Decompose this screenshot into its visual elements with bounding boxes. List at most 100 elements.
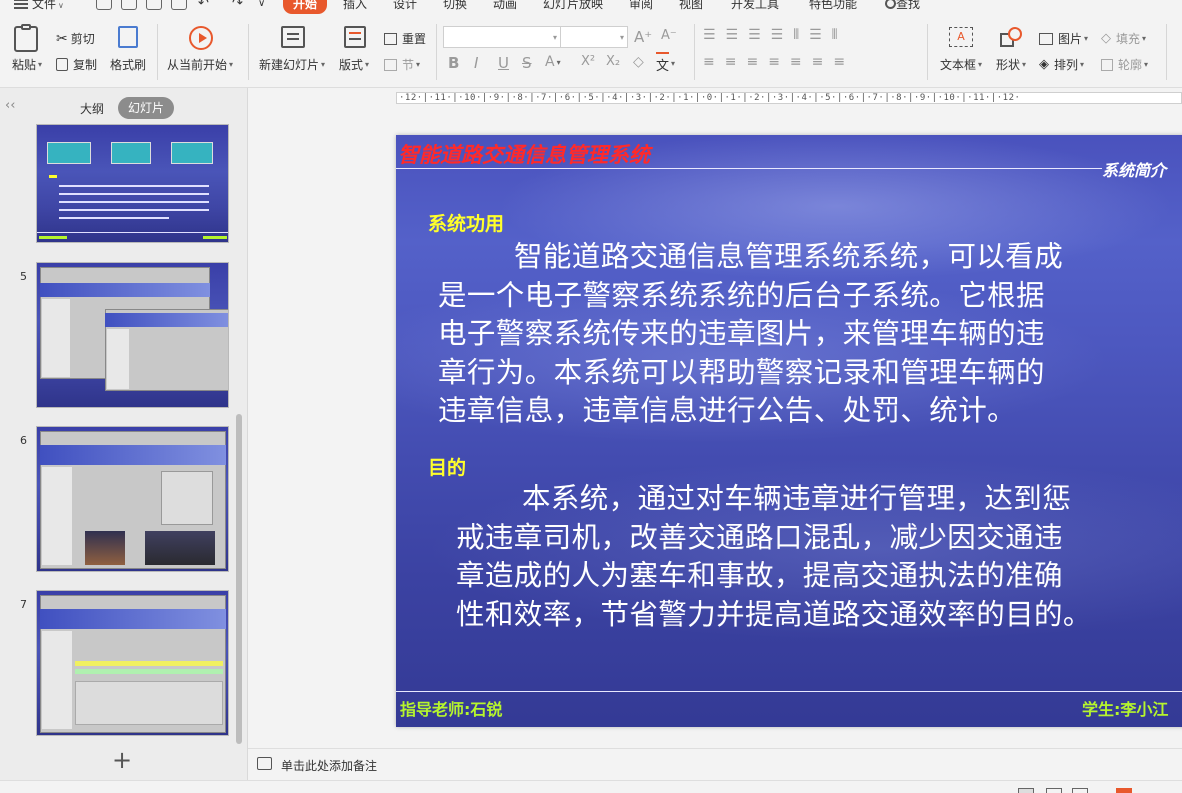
- tab-outline[interactable]: 大纲: [80, 100, 104, 117]
- thumbnail-banner: [40, 283, 210, 297]
- body-line: 戒违章司机，改善交通路口混乱，减少因交通违: [456, 520, 1063, 554]
- thumbnail-sidebar: [42, 631, 72, 729]
- chevron-down-icon: ▾: [1142, 34, 1147, 43]
- cut-button[interactable]: ✂ 剪切: [56, 30, 95, 47]
- tab-review[interactable]: 审阅: [629, 0, 653, 14]
- picture-button[interactable]: 图片 ▾: [1039, 30, 1088, 47]
- thumbnail-form: [161, 471, 213, 525]
- tab-animations[interactable]: 动画: [493, 0, 517, 14]
- section-body-purpose: 本系统，通过对车辆违章进行管理，达到惩 戒违章司机，改善交通路口混乱，减少因交通…: [456, 480, 1182, 634]
- shape-icon[interactable]: [1000, 27, 1024, 49]
- normal-view-icon[interactable]: [1018, 788, 1034, 793]
- print-preview-icon[interactable]: [171, 0, 187, 10]
- superscript-icon[interactable]: X²: [581, 54, 595, 69]
- chevron-down-icon: ▾: [978, 60, 983, 69]
- thumbnail-text-line: [59, 193, 209, 195]
- increase-font-icon[interactable]: A⁺: [634, 28, 652, 46]
- phonetic-guide-icon[interactable]: 文 ▾: [656, 52, 675, 74]
- decrease-font-icon[interactable]: A⁻: [661, 28, 677, 43]
- section-button[interactable]: 节 ▾: [384, 56, 420, 73]
- strikethrough-icon[interactable]: S: [522, 54, 532, 72]
- underline-icon[interactable]: U: [498, 54, 509, 72]
- paragraph-align-icons[interactable]: ≡≡≡≡≡≡≡: [703, 54, 855, 70]
- tab-design[interactable]: 设计: [393, 0, 417, 14]
- textbox-icon[interactable]: A: [949, 27, 973, 47]
- chevron-down-icon: ▾: [416, 60, 421, 69]
- textbox-button[interactable]: 文本框 ▾: [940, 56, 982, 73]
- font-size-dropdown[interactable]: ▾: [560, 26, 628, 48]
- paragraph-list-icons[interactable]: ☰☰☰☰⫴☰⫴: [703, 27, 848, 43]
- outline-button[interactable]: 轮廓 ▾: [1101, 56, 1148, 73]
- slide-thumbnail-4[interactable]: [36, 124, 229, 243]
- thumbnail-scrollbar[interactable]: [236, 414, 242, 744]
- menu-bar: 文件 ∨ ↶ ↷ ∨ 开始 插入 设计 切换 动画 幻灯片放映 审阅 视图 开发工…: [0, 0, 1182, 14]
- undo-icon[interactable]: ↶: [198, 0, 209, 14]
- layout-button[interactable]: 版式 ▾: [339, 56, 369, 73]
- font-color-icon[interactable]: A ▾: [545, 54, 561, 70]
- horizontal-ruler[interactable]: ·12·|·11·|·10·|·9·|·8·|·7·|·6·|·5·|·4·|·…: [396, 92, 1182, 104]
- tab-view[interactable]: 视图: [679, 0, 703, 14]
- save-icon[interactable]: [96, 0, 112, 10]
- paste-icon[interactable]: [14, 24, 38, 52]
- thumbnail-box: [111, 142, 151, 164]
- new-slide-icon[interactable]: [281, 26, 305, 48]
- body-line: 本系统，通过对车辆违章进行管理，达到惩: [522, 482, 1072, 515]
- notes-pane[interactable]: 单击此处添加备注: [248, 748, 1182, 780]
- notes-placeholder: 单击此处添加备注: [281, 759, 378, 773]
- bold-icon[interactable]: B: [448, 54, 459, 72]
- tab-slides[interactable]: 幻灯片: [118, 97, 174, 119]
- tab-slideshow[interactable]: 幻灯片放映: [543, 0, 603, 14]
- tab-home[interactable]: 开始: [283, 0, 328, 14]
- subscript-icon[interactable]: X₂: [606, 54, 620, 69]
- layout-icon[interactable]: [344, 26, 366, 48]
- copy-label: 复制: [73, 58, 98, 72]
- section-body-function: 智能道路交通信息管理系统系统，可以看成 是一个电子警察系统系统的后台子系统。它根…: [438, 238, 1182, 431]
- paste-button[interactable]: 粘贴 ▾: [12, 56, 42, 73]
- format-painter-icon[interactable]: [118, 26, 138, 48]
- chevron-down-icon: ▾: [671, 58, 676, 68]
- title-rule: [396, 168, 1102, 169]
- tab-developer[interactable]: 开发工具: [731, 0, 779, 14]
- copy-button[interactable]: 复制: [56, 56, 97, 73]
- chevron-down-icon: ▾: [1084, 34, 1089, 43]
- search-button[interactable]: 查找: [885, 0, 920, 14]
- body-line: 电子警察系统传来的违章图片，来管理车辆的违: [438, 317, 1045, 350]
- slideshow-play-icon[interactable]: [1116, 788, 1132, 793]
- body-line: 性和效率，节省警力并提高道路交通效率的目的。: [456, 597, 1092, 631]
- reset-button[interactable]: 重置: [384, 30, 426, 47]
- thumbnail-banner: [105, 313, 228, 327]
- new-slide-button[interactable]: 新建幻灯片 ▾: [259, 56, 325, 73]
- tab-transitions[interactable]: 切换: [443, 0, 467, 14]
- slide-canvas[interactable]: 智能道路交通信息管理系统 系统简介 系统功用 智能道路交通信息管理系统系统，可以…: [396, 135, 1182, 727]
- clear-format-icon[interactable]: ◇: [633, 54, 644, 70]
- arrange-button[interactable]: ◈ 排列 ▾: [1039, 56, 1084, 73]
- slide-thumbnail-6[interactable]: [36, 426, 229, 572]
- print-icon[interactable]: [146, 0, 162, 10]
- thumbnail-box: [171, 142, 213, 164]
- fill-button[interactable]: ◇ 填充 ▾: [1101, 30, 1146, 47]
- font-name-dropdown[interactable]: ▾: [443, 26, 561, 48]
- from-current-button[interactable]: 从当前开始 ▾: [167, 56, 233, 73]
- thumbnail-form: [75, 681, 223, 725]
- export-icon[interactable]: [121, 0, 137, 10]
- redo-icon[interactable]: ↷: [232, 0, 243, 14]
- file-menu[interactable]: 文件 ∨: [14, 0, 64, 14]
- quick-access-more-icon[interactable]: ∨: [258, 0, 265, 14]
- shape-button[interactable]: 形状 ▾: [996, 56, 1026, 73]
- italic-icon[interactable]: I: [474, 54, 478, 72]
- collapse-panel-icon[interactable]: ‹‹: [5, 98, 15, 113]
- slide-thumbnail-5[interactable]: [36, 262, 229, 408]
- slide-sorter-icon[interactable]: [1046, 788, 1062, 793]
- thumbnail-photo: [85, 531, 125, 565]
- tab-special-features[interactable]: 特色功能: [809, 0, 857, 14]
- picture-icon: [1039, 32, 1053, 45]
- reading-view-icon[interactable]: [1072, 788, 1088, 793]
- slide-thumbnail-7[interactable]: [36, 590, 229, 736]
- body-line: 章行为。本系统可以帮助警察记录和管理车辆的: [438, 355, 1045, 389]
- fill-icon: ◇: [1101, 31, 1111, 46]
- format-painter-button[interactable]: 格式刷: [110, 56, 146, 73]
- chevron-down-icon: ▾: [321, 60, 326, 69]
- tab-insert[interactable]: 插入: [343, 0, 367, 14]
- play-icon[interactable]: [189, 26, 213, 50]
- add-slide-icon[interactable]: +: [112, 748, 132, 772]
